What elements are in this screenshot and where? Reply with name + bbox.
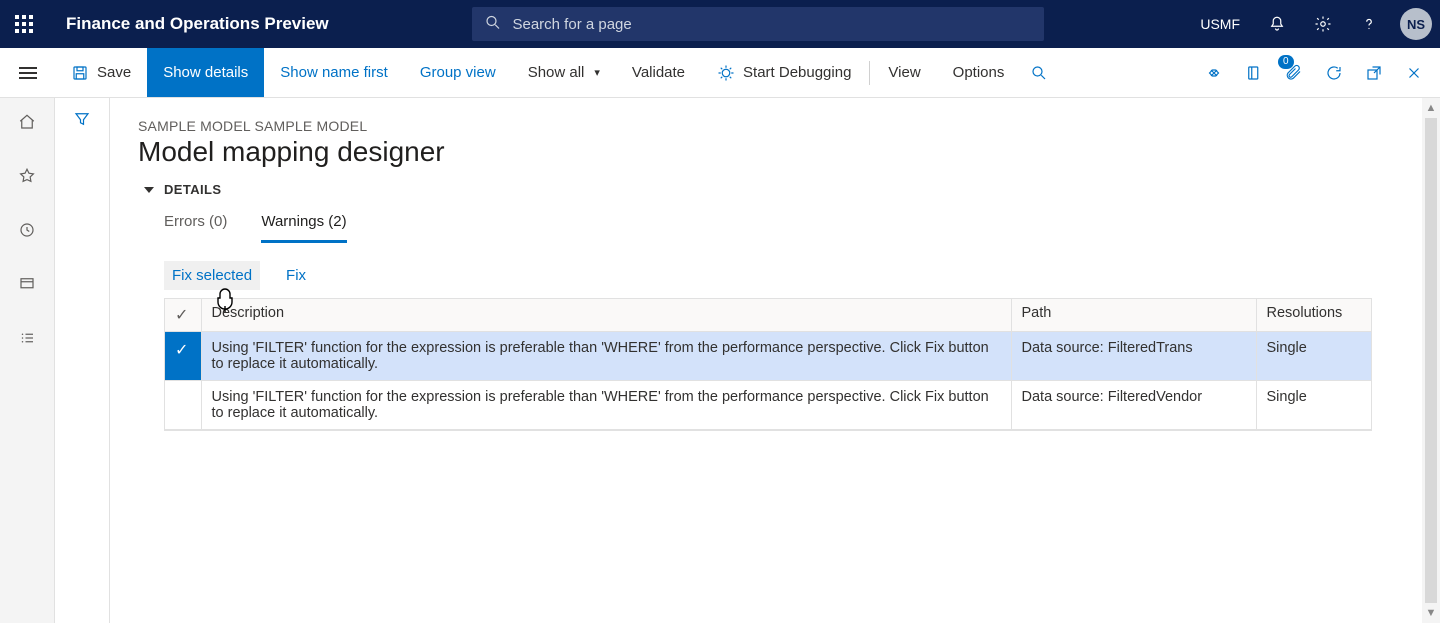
- company-picker[interactable]: USMF: [1188, 0, 1252, 48]
- search-wrap: [472, 7, 1044, 41]
- save-button[interactable]: Save: [55, 48, 147, 97]
- check-icon: ✓: [175, 342, 188, 359]
- link-icon[interactable]: [1196, 55, 1232, 91]
- tabs: Errors (0) Warnings (2): [164, 207, 1412, 243]
- row-select-cell[interactable]: ✓: [165, 332, 201, 381]
- filter-icon[interactable]: [73, 110, 91, 131]
- scroll-up-icon[interactable]: ▲: [1426, 102, 1437, 114]
- page-title: Model mapping designer: [138, 136, 1412, 168]
- find-button[interactable]: [1020, 48, 1058, 97]
- help-icon[interactable]: [1348, 0, 1390, 48]
- row-select-cell[interactable]: [165, 381, 201, 430]
- show-details-button[interactable]: Show details: [147, 48, 264, 97]
- modules-icon[interactable]: [7, 324, 47, 352]
- clock-icon[interactable]: [7, 216, 47, 244]
- workspace-icon[interactable]: [7, 270, 47, 298]
- hamburger-icon[interactable]: [0, 48, 55, 97]
- select-all-header[interactable]: ✓: [165, 299, 201, 332]
- table-row[interactable]: Using 'FILTER' function for the expressi…: [165, 381, 1371, 430]
- chevron-down-icon: ▾: [594, 66, 600, 79]
- scroll-down-icon[interactable]: ▼: [1426, 607, 1437, 619]
- col-path[interactable]: Path: [1011, 299, 1256, 332]
- close-icon[interactable]: [1396, 55, 1432, 91]
- actionbar-right: 0: [1196, 48, 1440, 97]
- home-icon[interactable]: [7, 108, 47, 136]
- left-rail: [0, 98, 55, 623]
- fix-row: Fix selected Fix: [164, 261, 1412, 290]
- validate-button[interactable]: Validate: [616, 48, 701, 97]
- show-name-first-button[interactable]: Show name first: [264, 48, 404, 97]
- cell-description: Using 'FILTER' function for the expressi…: [201, 332, 1011, 381]
- breadcrumb: SAMPLE MODEL SAMPLE MODEL: [138, 118, 1412, 134]
- show-all-dropdown[interactable]: Show all ▾: [512, 48, 616, 97]
- top-nav: Finance and Operations Preview USMF NS: [0, 0, 1440, 48]
- waffle-icon[interactable]: [0, 0, 48, 48]
- notifications-icon[interactable]: [1256, 0, 1298, 48]
- brand-title: Finance and Operations Preview: [48, 14, 329, 34]
- office-icon[interactable]: [1236, 55, 1272, 91]
- gear-icon[interactable]: [1302, 0, 1344, 48]
- caret-down-icon: [144, 187, 154, 193]
- check-icon: ✓: [175, 307, 188, 324]
- separator: [869, 61, 870, 85]
- popout-icon[interactable]: [1356, 55, 1392, 91]
- cell-resolutions: Single: [1256, 332, 1371, 381]
- table-row[interactable]: ✓ Using 'FILTER' function for the expres…: [165, 332, 1371, 381]
- cell-description: Using 'FILTER' function for the expressi…: [201, 381, 1011, 430]
- table-header-row: ✓ Description Path Resolutions: [165, 299, 1371, 332]
- warnings-table: ✓ Description Path Resolutions ✓ Using '…: [164, 298, 1372, 431]
- col-resolutions[interactable]: Resolutions: [1256, 299, 1371, 332]
- tab-errors[interactable]: Errors (0): [164, 207, 227, 243]
- cell-path: Data source: FilteredVendor: [1011, 381, 1256, 430]
- refresh-icon[interactable]: [1316, 55, 1352, 91]
- star-icon[interactable]: [7, 162, 47, 190]
- col-description[interactable]: Description: [201, 299, 1011, 332]
- tab-warnings[interactable]: Warnings (2): [261, 207, 346, 243]
- options-menu[interactable]: Options: [937, 48, 1021, 97]
- start-debugging-button[interactable]: Start Debugging: [701, 48, 867, 97]
- cell-resolutions: Single: [1256, 381, 1371, 430]
- view-menu[interactable]: View: [872, 48, 936, 97]
- attachments-icon[interactable]: 0: [1276, 55, 1312, 91]
- filter-rail: [55, 98, 110, 623]
- details-section-label: DETAILS: [164, 182, 221, 197]
- scroll-thumb[interactable]: [1425, 118, 1437, 603]
- top-nav-right: USMF NS: [1188, 0, 1432, 48]
- group-view-button[interactable]: Group view: [404, 48, 512, 97]
- cell-path: Data source: FilteredTrans: [1011, 332, 1256, 381]
- content-area: SAMPLE MODEL SAMPLE MODEL Model mapping …: [110, 98, 1440, 623]
- fix-selected-button[interactable]: Fix selected: [164, 261, 260, 290]
- vertical-scrollbar[interactable]: ▲ ▼: [1422, 98, 1440, 623]
- fix-button[interactable]: Fix: [278, 261, 314, 290]
- action-bar: Save Show details Show name first Group …: [0, 48, 1440, 98]
- details-section-header[interactable]: DETAILS: [144, 182, 1412, 197]
- attachments-badge: 0: [1278, 55, 1294, 69]
- avatar[interactable]: NS: [1400, 8, 1432, 40]
- save-label: Save: [97, 64, 131, 81]
- search-input[interactable]: [472, 7, 1044, 41]
